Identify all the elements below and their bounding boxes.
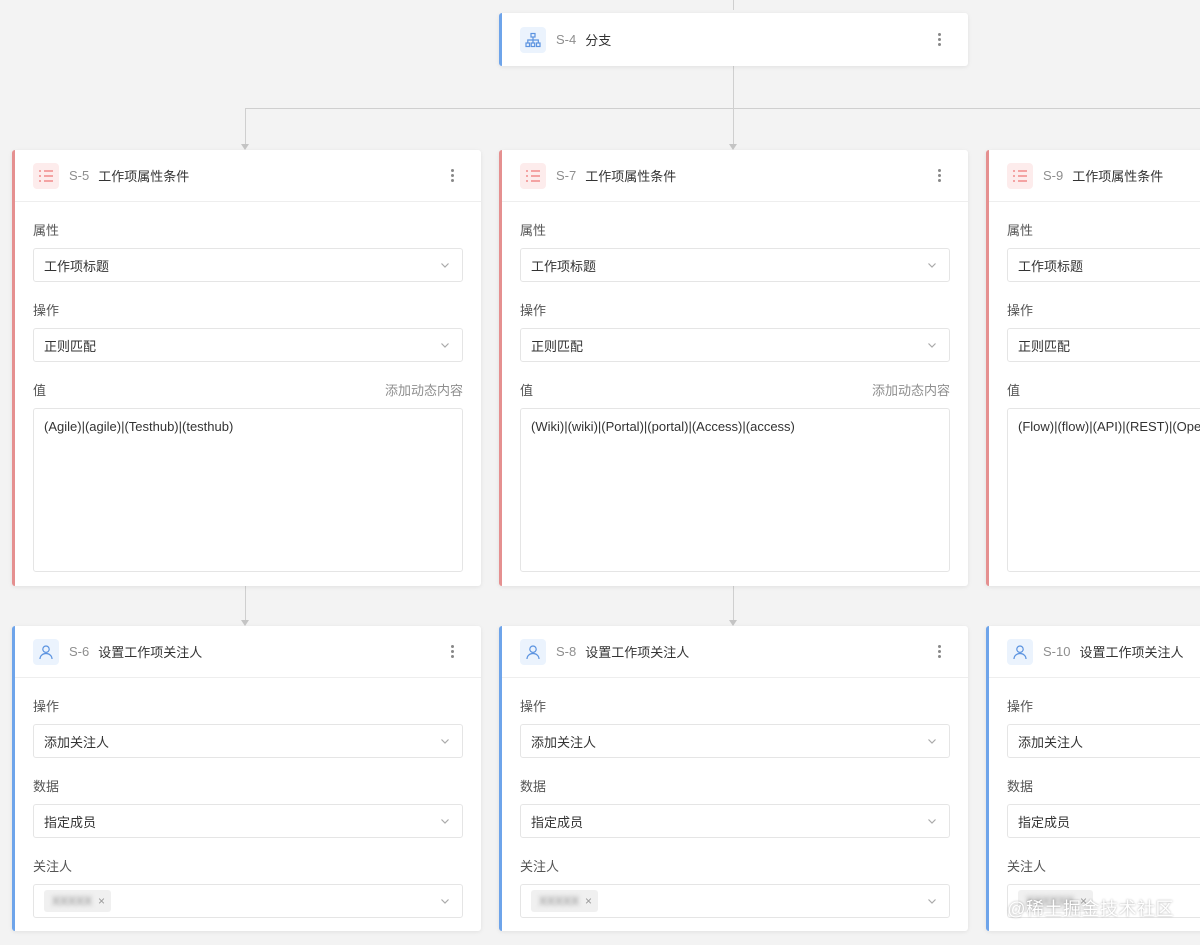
more-icon[interactable] [445, 167, 459, 185]
branch-code: S-4 [556, 32, 577, 47]
data-label: 数据 [520, 778, 547, 794]
operation-label: 操作 [33, 302, 60, 318]
connector-top [733, 0, 734, 10]
watcher-select[interactable]: XXXXX × [33, 884, 463, 918]
chevron-down-icon [441, 343, 449, 348]
branch-icon [520, 26, 546, 53]
watermark: @稀土掘金技术社区 [1007, 899, 1174, 919]
value-label: 值 [1007, 382, 1021, 398]
connector-col1 [245, 108, 246, 146]
step-title: 设置工作项关注人 [1079, 645, 1184, 660]
step-code: S-7 [556, 168, 577, 183]
watcher-label: 关注人 [1007, 858, 1047, 874]
add-dynamic-content-link[interactable]: 添加动态内容 [872, 380, 950, 399]
member-tag: XXXXX × [531, 890, 599, 912]
step-code: S-10 [1043, 644, 1071, 659]
user-icon [33, 638, 59, 665]
list-icon [33, 162, 59, 189]
condition-card-s7[interactable]: S-7 工作项属性条件 属性 工作项标题 操作 正则匹配 值 添加动态内容 (W… [499, 150, 968, 586]
connector-branch-down [733, 66, 734, 108]
step-title: 设置工作项关注人 [98, 645, 203, 660]
attribute-label: 属性 [33, 222, 60, 238]
data-select[interactable]: 指定成员 [1007, 804, 1200, 838]
more-icon[interactable] [932, 167, 946, 185]
value-textarea[interactable]: (Wiki)|(wiki)|(Portal)|(portal)|(Access)… [520, 408, 950, 572]
attribute-select[interactable]: 工作项标题 [520, 248, 950, 282]
attribute-label: 属性 [1007, 222, 1034, 238]
list-icon [520, 162, 546, 189]
operation-select[interactable]: 正则匹配 [1007, 328, 1200, 362]
operation-select[interactable]: 正则匹配 [520, 328, 950, 362]
branch-title: 分支 [585, 33, 612, 48]
watcher-select[interactable]: XXXXX × [520, 884, 950, 918]
more-icon[interactable] [932, 643, 946, 661]
attribute-select[interactable]: 工作项标题 [33, 248, 463, 282]
step-code: S-5 [69, 168, 90, 183]
watcher-label: 关注人 [33, 858, 73, 874]
more-icon[interactable] [445, 643, 459, 661]
add-dynamic-content-link[interactable]: 添加动态内容 [385, 380, 463, 399]
more-icon[interactable] [932, 31, 946, 49]
action-card-s10[interactable]: S-10 设置工作项关注人 操作 添加关注人 数据 指定成员 关注人 XXXXX… [986, 626, 1200, 931]
operation-select[interactable]: 添加关注人 [520, 724, 950, 758]
data-label: 数据 [33, 778, 60, 794]
value-textarea[interactable]: (Agile)|(agile)|(Testhub)|(testhub) [33, 408, 463, 572]
chevron-down-icon [441, 899, 449, 904]
data-label: 数据 [1007, 778, 1034, 794]
watcher-label: 关注人 [520, 858, 560, 874]
value-label: 值 添加动态内容 [33, 380, 463, 398]
user-icon [1007, 638, 1033, 665]
operation-label: 操作 [520, 302, 547, 318]
operation-select[interactable]: 正则匹配 [33, 328, 463, 362]
value-label: 值 添加动态内容 [520, 380, 950, 398]
action-card-s8[interactable]: S-8 设置工作项关注人 操作 添加关注人 数据 指定成员 关注人 XXXXX … [499, 626, 968, 931]
connector-col1-lower [245, 586, 246, 622]
chevron-down-icon [928, 739, 936, 744]
operation-label: 操作 [33, 698, 60, 714]
connector-horizontal [245, 108, 1200, 109]
step-title: 工作项属性条件 [1072, 169, 1164, 184]
condition-card-s9[interactable]: S-9 工作项属性条件 属性 工作项标题 操作 正则匹配 值 (Flow)|(f… [986, 150, 1200, 586]
connector-col2-lower [733, 586, 734, 622]
chevron-down-icon [441, 739, 449, 744]
operation-select[interactable]: 添加关注人 [33, 724, 463, 758]
step-title: 设置工作项关注人 [585, 645, 690, 660]
condition-card-s5[interactable]: S-5 工作项属性条件 属性 工作项标题 操作 正则匹配 值 添加动态内容 (A… [12, 150, 481, 586]
step-title: 工作项属性条件 [98, 169, 190, 184]
step-code: S-8 [556, 644, 577, 659]
operation-label: 操作 [1007, 302, 1034, 318]
connector-col2 [733, 108, 734, 146]
member-tag: XXXXX × [44, 890, 112, 912]
data-select[interactable]: 指定成员 [520, 804, 950, 838]
step-code: S-6 [69, 644, 90, 659]
attribute-label: 属性 [520, 222, 547, 238]
chevron-down-icon [928, 263, 936, 268]
chevron-down-icon [928, 819, 936, 824]
list-icon [1007, 162, 1033, 189]
chevron-down-icon [928, 899, 936, 904]
operation-label: 操作 [1007, 698, 1034, 714]
user-icon [520, 638, 546, 665]
close-icon[interactable]: × [98, 894, 105, 908]
step-code: S-9 [1043, 168, 1064, 183]
chevron-down-icon [928, 343, 936, 348]
chevron-down-icon [441, 819, 449, 824]
branch-card[interactable]: S-4 分支 [499, 13, 968, 66]
value-textarea[interactable]: (Flow)|(flow)|(API)|(REST)|(Ope [1007, 408, 1200, 572]
step-title: 工作项属性条件 [585, 169, 677, 184]
attribute-select[interactable]: 工作项标题 [1007, 248, 1200, 282]
action-card-s6[interactable]: S-6 设置工作项关注人 操作 添加关注人 数据 指定成员 关注人 XXXXX … [12, 626, 481, 931]
chevron-down-icon [441, 263, 449, 268]
operation-select[interactable]: 添加关注人 [1007, 724, 1200, 758]
data-select[interactable]: 指定成员 [33, 804, 463, 838]
operation-label: 操作 [520, 698, 547, 714]
close-icon[interactable]: × [585, 894, 592, 908]
